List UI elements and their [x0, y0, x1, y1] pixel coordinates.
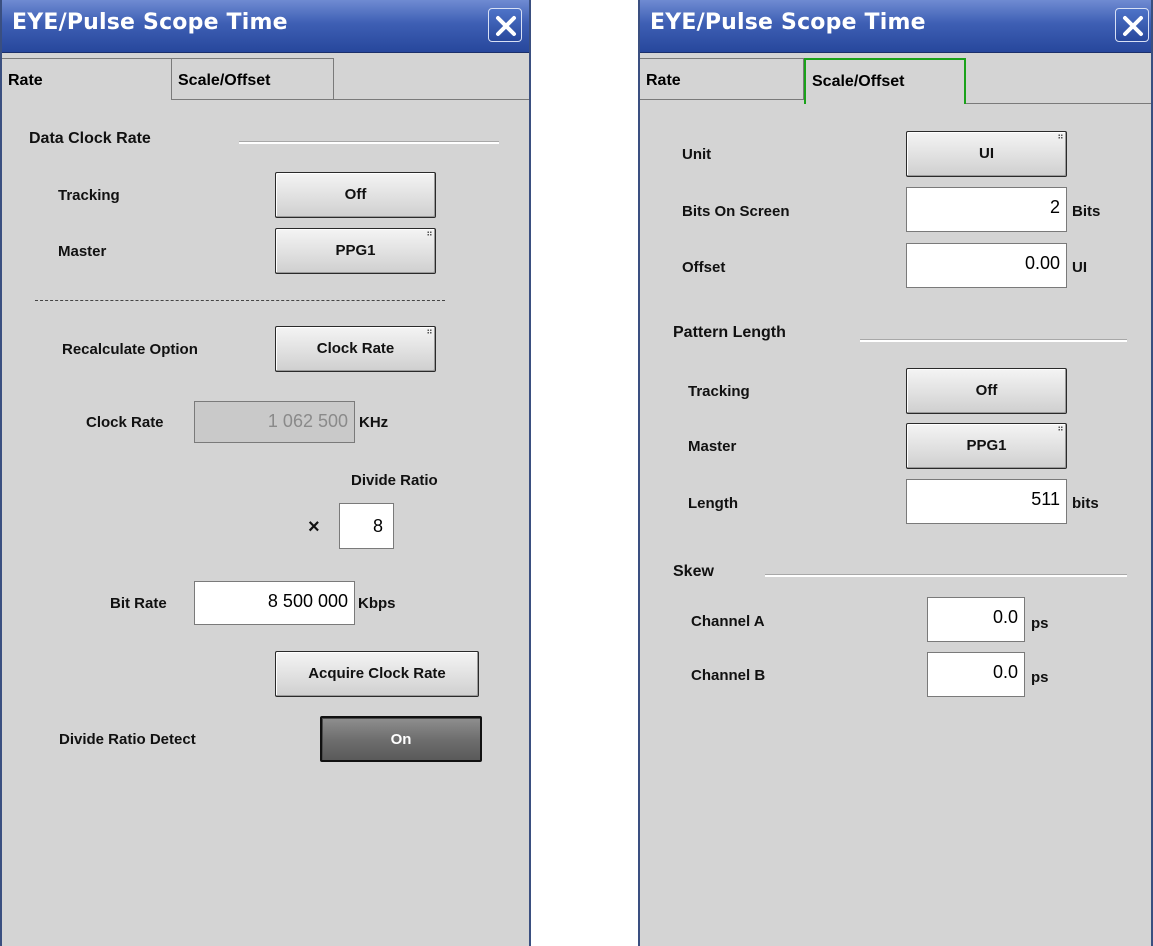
section-rule [765, 574, 1127, 577]
unit-button[interactable]: UI [906, 131, 1067, 177]
recalculate-value: Clock Rate [316, 340, 395, 357]
divide-ratio-detect-value: On [390, 731, 412, 748]
tab-scale-offset[interactable]: Scale/Offset [172, 58, 334, 100]
unit-label: Unit [682, 146, 712, 163]
tab-scale-offset-label: Scale/Offset [178, 72, 271, 89]
bits-on-screen-unit: Bits [1072, 203, 1101, 220]
offset-value: 0.00 [1024, 253, 1060, 273]
length-unit: bits [1072, 495, 1099, 512]
acquire-clock-rate-label: Acquire Clock Rate [308, 665, 446, 682]
pattern-master-value: PPG1 [966, 437, 1007, 454]
tab-divider [966, 103, 1151, 104]
close-x-icon [1123, 16, 1143, 36]
clock-rate-field: 1 062 500 [194, 401, 355, 443]
recalculate-label: Recalculate Option [62, 341, 198, 358]
channel-b-unit: ps [1031, 669, 1049, 686]
title-bar: EYE/Pulse Scope Time [640, 0, 1151, 53]
tab-rate-label: Rate [8, 72, 43, 89]
unit-value: UI [979, 145, 994, 162]
left-dialog: EYE/Pulse Scope Time Rate Scale/Offset D… [0, 0, 531, 946]
tracking-value: Off [344, 186, 367, 203]
section-data-clock-rate: Data Clock Rate [29, 130, 151, 147]
tab-rate[interactable]: Rate [640, 58, 804, 100]
section-skew: Skew [673, 563, 714, 580]
bits-on-screen-field[interactable]: 2 [906, 187, 1067, 232]
dots-indicator-icon [427, 329, 432, 334]
length-value: 511 [1031, 489, 1060, 509]
section-rule [860, 339, 1127, 342]
tracking-label: Tracking [58, 187, 120, 204]
bit-rate-label: Bit Rate [110, 595, 167, 612]
channel-b-field[interactable]: 0.0 [927, 652, 1025, 697]
close-button[interactable] [488, 8, 522, 42]
pattern-tracking-button[interactable]: Off [906, 368, 1067, 414]
right-dialog: EYE/Pulse Scope Time Rate Scale/Offset U… [638, 0, 1153, 946]
divide-ratio-label: Divide Ratio [351, 472, 438, 489]
master-label: Master [58, 243, 107, 260]
dashed-separator [35, 300, 445, 301]
divide-ratio-detect-label: Divide Ratio Detect [59, 731, 196, 748]
bits-on-screen-label: Bits On Screen [682, 203, 790, 220]
channel-b-label: Channel B [691, 667, 766, 684]
divide-ratio-value: 8 [372, 516, 383, 536]
bit-rate-value: 8 500 000 [267, 591, 348, 611]
pattern-master-button[interactable]: PPG1 [906, 423, 1067, 469]
close-x-icon [496, 16, 516, 36]
tab-rate[interactable]: Rate [2, 58, 172, 100]
tracking-button[interactable]: Off [275, 172, 436, 218]
clock-rate-label: Clock Rate [86, 414, 164, 431]
channel-b-value: 0.0 [992, 662, 1018, 682]
offset-label: Offset [682, 259, 726, 276]
offset-unit: UI [1072, 259, 1087, 276]
channel-a-value: 0.0 [992, 607, 1018, 627]
length-label: Length [688, 495, 738, 512]
recalculate-button[interactable]: Clock Rate [275, 326, 436, 372]
divide-ratio-detect-button[interactable]: On [320, 716, 482, 762]
tab-divider [334, 99, 529, 100]
channel-a-unit: ps [1031, 615, 1049, 632]
channel-a-field[interactable]: 0.0 [927, 597, 1025, 642]
dialog-title: EYE/Pulse Scope Time [650, 10, 926, 35]
close-button[interactable] [1115, 8, 1149, 42]
offset-field[interactable]: 0.00 [906, 243, 1067, 288]
master-value: PPG1 [335, 242, 376, 259]
clock-rate-unit: KHz [359, 414, 389, 431]
tab-scale-offset-label: Scale/Offset [812, 73, 905, 90]
dots-indicator-icon [1058, 134, 1063, 139]
tab-rate-label: Rate [646, 72, 681, 89]
pattern-tracking-value: Off [975, 382, 998, 399]
channel-a-label: Channel A [691, 613, 765, 630]
acquire-clock-rate-button[interactable]: Acquire Clock Rate [275, 651, 479, 697]
dialog-title: EYE/Pulse Scope Time [12, 10, 288, 35]
section-pattern-length: Pattern Length [673, 324, 786, 341]
tab-scale-offset[interactable]: Scale/Offset [804, 58, 966, 104]
length-field[interactable]: 511 [906, 479, 1067, 524]
dots-indicator-icon [427, 231, 432, 236]
title-bar: EYE/Pulse Scope Time [2, 0, 529, 53]
dots-indicator-icon [1058, 426, 1063, 431]
bit-rate-unit: Kbps [358, 595, 396, 612]
divide-ratio-field[interactable]: 8 [339, 503, 394, 549]
bit-rate-field[interactable]: 8 500 000 [194, 581, 355, 625]
master-button[interactable]: PPG1 [275, 228, 436, 274]
times-icon: × [308, 516, 320, 538]
section-rule [239, 141, 499, 144]
pattern-master-label: Master [688, 438, 737, 455]
bits-on-screen-value: 2 [1049, 197, 1060, 217]
clock-rate-value: 1 062 500 [267, 411, 348, 431]
pattern-tracking-label: Tracking [688, 383, 750, 400]
